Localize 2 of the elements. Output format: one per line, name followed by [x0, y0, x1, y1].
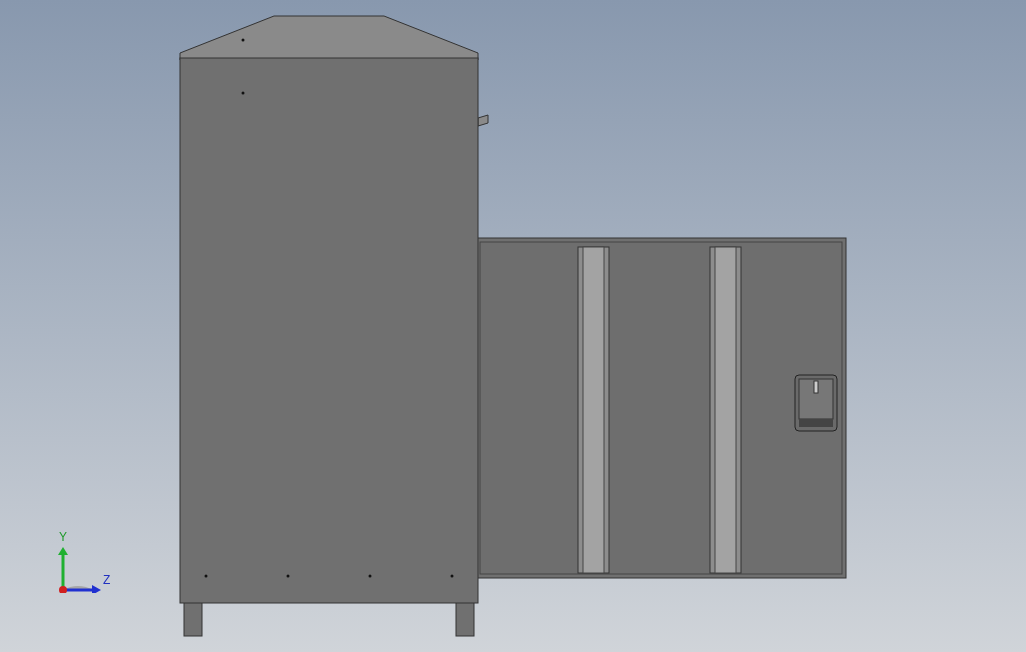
axis-label: Z — [103, 574, 111, 586]
axis-label: Y — [59, 531, 67, 543]
